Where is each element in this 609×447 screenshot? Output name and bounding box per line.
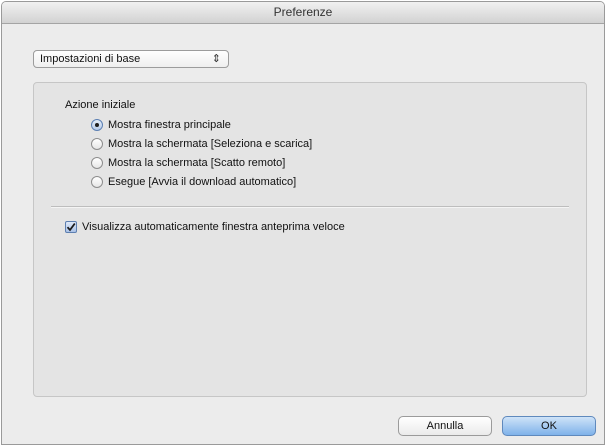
divider [51,206,569,208]
radio-icon[interactable] [91,157,103,169]
radio-icon[interactable] [91,176,103,188]
category-select-value: Impostazioni di base [40,53,141,65]
radio-option-auto-download[interactable]: Esegue [Avvia il download automatico] [91,174,296,190]
window-title: Preferenze [2,2,604,24]
cancel-button[interactable]: Annulla [398,416,492,436]
quick-preview-checkbox-row[interactable]: Visualizza automaticamente finestra ante… [65,219,345,235]
ok-button[interactable]: OK [502,416,596,436]
preferences-window: Preferenze Impostazioni di base ⇕ Azione… [1,1,605,445]
radio-label: Mostra finestra principale [108,119,231,131]
checkbox-checked-icon[interactable] [65,221,77,233]
radio-selected-icon[interactable] [91,119,103,131]
section-title: Azione iniziale [65,99,136,111]
radio-icon[interactable] [91,138,103,150]
radio-option-main-window[interactable]: Mostra finestra principale [91,117,231,133]
checkbox-label: Visualizza automaticamente finestra ante… [82,221,345,233]
radio-label: Mostra la schermata [Seleziona e scarica… [108,138,313,150]
updown-arrows-icon: ⇕ [211,53,221,65]
category-select[interactable]: Impostazioni di base ⇕ [33,50,229,68]
radio-option-remote-shooting[interactable]: Mostra la schermata [Scatto remoto] [91,155,285,171]
radio-option-select-download[interactable]: Mostra la schermata [Seleziona e scarica… [91,136,312,152]
radio-label: Esegue [Avvia il download automatico] [108,176,297,188]
radio-label: Mostra la schermata [Scatto remoto] [108,157,286,169]
settings-panel: Azione iniziale Mostra finestra principa… [33,82,587,397]
